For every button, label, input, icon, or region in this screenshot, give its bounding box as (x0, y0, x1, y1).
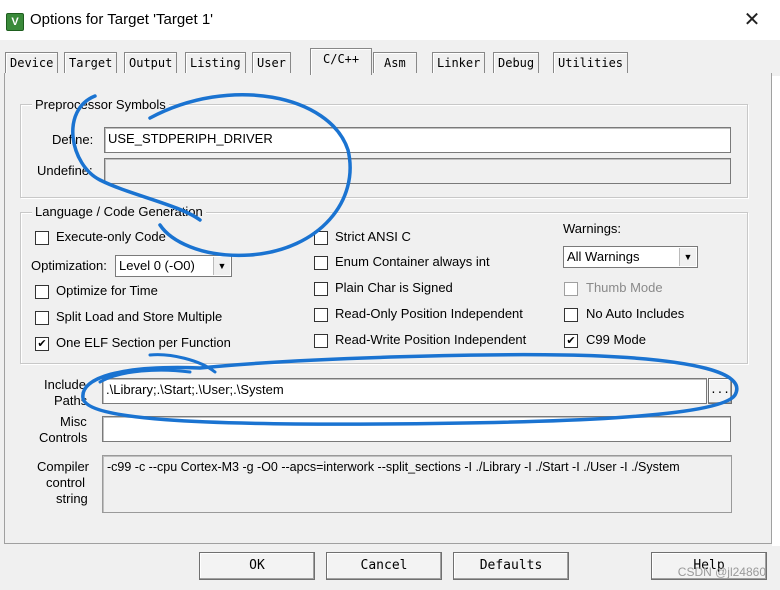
misc-label-line1: Misc (60, 414, 87, 429)
execute-only-label: Execute-only Code (56, 229, 166, 244)
window-title: Options for Target 'Target 1' (30, 11, 214, 28)
tab-linker[interactable]: Linker (432, 52, 486, 73)
thumb-mode-checkbox (564, 282, 578, 296)
no-auto-includes-label: No Auto Includes (586, 306, 685, 321)
rw-pi-label: Read-Write Position Independent (335, 332, 527, 347)
include-label-line1: Include (44, 377, 86, 392)
compiler-label-line2: control (46, 475, 86, 490)
ok-button[interactable]: OK (199, 552, 315, 580)
split-load-checkbox[interactable] (35, 311, 49, 325)
split-load-label: Split Load and Store Multiple (56, 309, 223, 324)
ro-pi-checkbox[interactable] (314, 308, 328, 322)
strict-ansi-checkbox[interactable] (314, 231, 328, 245)
watermark: CSDN @jl24860 (677, 565, 766, 579)
tab-asm[interactable]: Asm (373, 52, 417, 73)
close-icon[interactable]: ✕ (735, 6, 769, 34)
define-label: Define: (52, 132, 94, 147)
ro-pi-label: Read-Only Position Independent (335, 306, 523, 321)
optimization-label: Optimization: (31, 258, 107, 273)
one-elf-label: One ELF Section per Function (56, 335, 231, 350)
rw-pi-checkbox[interactable] (314, 334, 328, 348)
tab-strip: Device Target Output Listing User C/C++ … (0, 40, 780, 76)
tab-utilities[interactable]: Utilities (553, 52, 629, 73)
tab-target[interactable]: Target (64, 52, 118, 73)
tab-output[interactable]: Output (124, 52, 178, 73)
enum-container-checkbox[interactable] (314, 256, 328, 270)
plain-char-checkbox[interactable] (314, 282, 328, 296)
thumb-mode-label: Thumb Mode (586, 280, 663, 295)
c99-mode-checkbox[interactable]: ✔ (564, 334, 578, 348)
optimize-time-checkbox[interactable] (35, 285, 49, 299)
execute-only-checkbox[interactable] (35, 231, 49, 245)
warnings-label: Warnings: (563, 221, 622, 236)
compiler-control-string[interactable]: -c99 -c --cpu Cortex-M3 -g -O0 --apcs=in… (102, 455, 732, 513)
strict-ansi-label: Strict ANSI C (335, 229, 411, 244)
optimize-time-label: Optimize for Time (56, 283, 158, 298)
tab-debug[interactable]: Debug (493, 52, 540, 73)
no-auto-includes-checkbox[interactable] (564, 308, 578, 322)
include-label-line2: Paths (54, 393, 88, 408)
tab-user[interactable]: User (252, 52, 291, 73)
background-strip (772, 76, 780, 546)
chevron-down-icon[interactable]: ▼ (213, 257, 230, 275)
preprocessor-legend: Preprocessor Symbols (32, 97, 169, 112)
c99-mode-label: C99 Mode (586, 332, 646, 347)
cancel-button[interactable]: Cancel (326, 552, 442, 580)
define-input[interactable]: USE_STDPERIPH_DRIVER (104, 127, 731, 153)
optimization-value: Level 0 (-O0) (119, 258, 195, 273)
undefine-input[interactable] (104, 158, 731, 184)
plain-char-label: Plain Char is Signed (335, 280, 453, 295)
compiler-label-line3: string (56, 491, 88, 506)
tab-listing[interactable]: Listing (185, 52, 246, 73)
chevron-down-icon[interactable]: ▼ (679, 248, 696, 266)
optimization-select[interactable]: Level 0 (-O0) ▼ (115, 255, 232, 277)
compiler-label-line1: Compiler (37, 459, 90, 474)
misc-controls-input[interactable] (102, 416, 731, 442)
keil-uvision-icon: V (6, 13, 24, 31)
enum-container-label: Enum Container always int (335, 254, 490, 269)
undefine-label: Undefine: (37, 163, 93, 178)
misc-label-line2: Controls (39, 430, 88, 445)
defaults-button[interactable]: Defaults (453, 552, 569, 580)
include-paths-input[interactable]: .\Library;.\Start;.\User;.\System (102, 378, 707, 404)
warnings-select[interactable]: All Warnings ▼ (563, 246, 698, 268)
codegen-legend: Language / Code Generation (32, 204, 206, 219)
tab-device[interactable]: Device (5, 52, 59, 73)
tab-c-cpp[interactable]: C/C++ (310, 48, 373, 75)
one-elf-checkbox[interactable]: ✔ (35, 337, 49, 351)
warnings-value: All Warnings (567, 249, 640, 264)
browse-include-button[interactable]: ... (708, 378, 732, 404)
